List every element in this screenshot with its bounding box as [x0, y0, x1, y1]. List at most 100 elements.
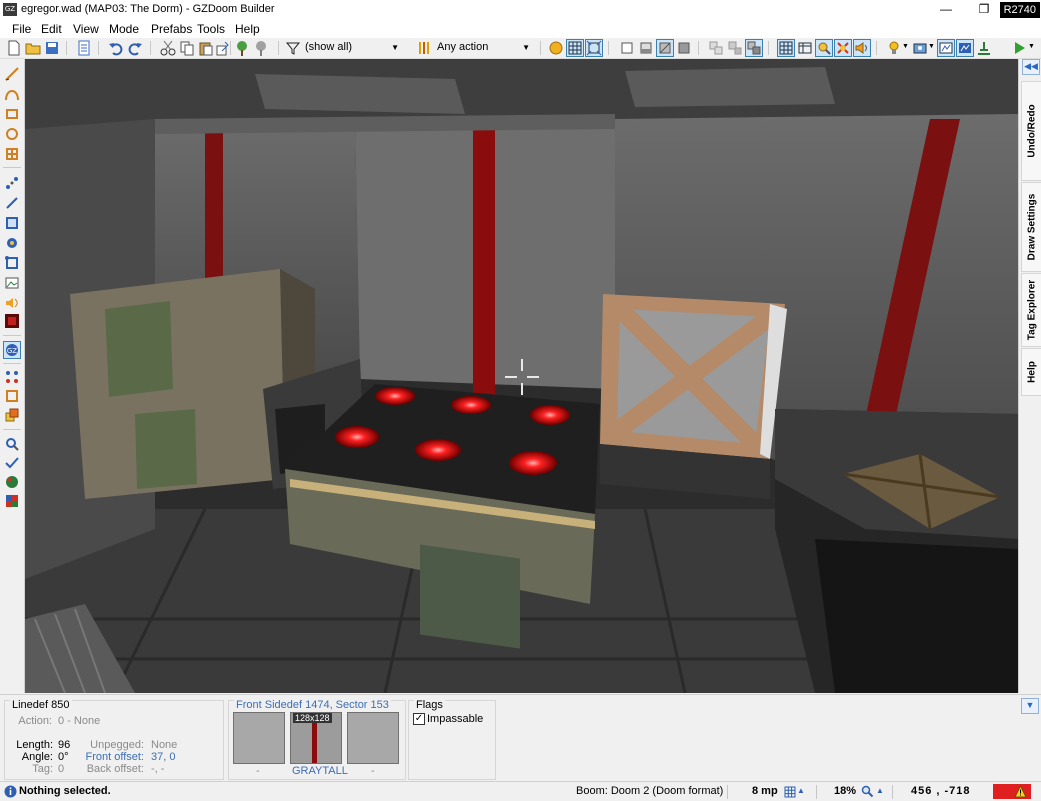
make-sectors-icon[interactable] — [4, 255, 20, 271]
doom-texture-icon[interactable] — [4, 313, 20, 329]
flags-title: Flags — [414, 699, 445, 711]
copy-icon[interactable] — [179, 40, 195, 56]
find-things-icon[interactable] — [815, 39, 833, 57]
toolbar-separator — [608, 41, 609, 55]
action-label: Action: — [18, 715, 52, 727]
chevron-up-icon[interactable]: ▲ — [876, 786, 884, 795]
chevron-down-icon[interactable]: ▼ — [928, 43, 935, 50]
minimize-button[interactable]: — — [926, 0, 966, 20]
paste-special-icon[interactable] — [214, 40, 230, 56]
impassable-checkbox[interactable]: ✓ — [413, 713, 425, 725]
save-map-icon[interactable] — [44, 40, 60, 56]
action-filter-combo[interactable]: Any action ▼ — [437, 39, 532, 56]
insert-prefab-icon[interactable] — [234, 40, 250, 56]
chevron-up-icon[interactable]: ▲ — [797, 786, 805, 795]
tab-help[interactable]: Help — [1021, 348, 1041, 396]
chevron-down-icon: ▼ — [522, 43, 530, 52]
mode-toolbox: GZ — [0, 59, 25, 693]
restore-button[interactable]: ❐ — [964, 0, 1004, 20]
draw-grid-icon[interactable] — [4, 146, 20, 162]
view-ceilings-icon[interactable] — [676, 40, 692, 56]
visual-mode-viewport[interactable] — [25, 59, 1018, 693]
new-map-icon[interactable] — [6, 40, 22, 56]
model-rendering-icon[interactable] — [976, 40, 992, 56]
edit-selection-icon[interactable] — [4, 388, 20, 404]
menu-mode[interactable]: Mode — [109, 22, 139, 36]
vertices-mode-icon[interactable] — [4, 175, 20, 191]
sectors-mode-icon[interactable] — [4, 215, 20, 231]
chevron-down-icon[interactable]: ▼ — [902, 43, 909, 50]
warning-icon — [1014, 785, 1027, 798]
menu-edit[interactable]: Edit — [41, 22, 62, 36]
map-grid-icon[interactable] — [777, 39, 795, 57]
snap-to-grid-icon[interactable] — [585, 39, 603, 57]
menu-prefabs[interactable]: Prefabs — [151, 22, 192, 36]
view-brightness-icon[interactable] — [638, 40, 654, 56]
script-editor-icon[interactable] — [76, 40, 92, 56]
menu-help[interactable]: Help — [235, 22, 260, 36]
menu-file[interactable]: File — [12, 22, 31, 36]
find-replace-icon[interactable] — [4, 436, 20, 452]
filter-icon[interactable] — [285, 40, 301, 56]
upper-texture-swatch[interactable] — [233, 712, 285, 764]
sound-propagation-icon[interactable] — [853, 39, 871, 57]
chevron-down-icon[interactable]: ▼ — [1028, 43, 1035, 50]
draw-rectangle-icon[interactable] — [4, 106, 20, 122]
insert-previous-prefab-icon[interactable] — [253, 40, 269, 56]
table-view-icon[interactable] — [797, 40, 813, 56]
flip-icon[interactable] — [4, 369, 20, 385]
redo-icon[interactable] — [127, 40, 143, 56]
view-wireframe-icon[interactable] — [619, 40, 635, 56]
linedefs-mode-icon[interactable] — [4, 195, 20, 211]
draw-lines-icon[interactable] — [4, 66, 20, 82]
zoom-level[interactable]: 18% — [834, 785, 856, 797]
replace-geometry-icon[interactable] — [745, 39, 763, 57]
screenshot-icon[interactable] — [912, 40, 928, 56]
split-geometry-icon[interactable] — [727, 40, 743, 56]
menu-tools[interactable]: Tools — [197, 22, 225, 36]
things-filter-combo[interactable]: (show all) ▼ — [305, 39, 401, 56]
view-floors-icon[interactable] — [656, 39, 674, 57]
things-mode-icon[interactable] — [4, 235, 20, 251]
cut-icon[interactable] — [160, 40, 176, 56]
grid-size[interactable]: 8 mp — [752, 785, 778, 797]
open-map-icon[interactable] — [25, 40, 41, 56]
thing-statistics-icon[interactable] — [4, 474, 20, 490]
sound-environment-icon[interactable] — [4, 295, 20, 311]
grid-icon[interactable] — [566, 39, 584, 57]
draw-curve-icon[interactable] — [4, 86, 20, 102]
image-mode-icon[interactable] — [4, 275, 20, 291]
status-message: Nothing selected. — [19, 785, 111, 797]
magnifier-icon[interactable] — [861, 785, 874, 798]
length-value: 96 — [58, 739, 71, 751]
docker-panel: ◀◀ Undo/Redo Draw Settings Tag Explorer … — [1018, 59, 1041, 693]
link-mode-icon[interactable] — [937, 39, 955, 57]
things-icon[interactable] — [548, 40, 564, 56]
transform-icon[interactable] — [4, 407, 20, 423]
lightbulb-icon[interactable] — [886, 40, 902, 56]
test-map-icon[interactable] — [1011, 40, 1027, 56]
menu-view[interactable]: View — [73, 22, 99, 36]
tab-tag-explorer[interactable]: Tag Explorer — [1021, 273, 1041, 347]
merge-geometry-icon[interactable] — [708, 40, 724, 56]
lower-texture-swatch[interactable] — [347, 712, 399, 764]
tab-draw-settings[interactable]: Draw Settings — [1021, 182, 1041, 272]
status-separator — [816, 785, 817, 799]
linedef-color-presets-icon[interactable] — [417, 40, 433, 56]
tab-undo-redo[interactable]: Undo/Redo — [1021, 81, 1041, 181]
middle-texture-swatch[interactable]: 128x128 — [290, 712, 342, 764]
draw-ellipse-icon[interactable] — [4, 126, 20, 142]
check-map-icon[interactable] — [4, 455, 20, 471]
collapse-info-panel-button[interactable]: ▼ — [1021, 698, 1039, 714]
collapse-docker-button[interactable]: ◀◀ — [1022, 59, 1040, 75]
error-check-icon[interactable] — [834, 39, 852, 57]
dynamic-lights-icon[interactable] — [956, 39, 974, 57]
texture-browser-icon[interactable] — [4, 493, 20, 509]
paste-icon[interactable] — [198, 40, 214, 56]
angle-label: Angle: — [21, 751, 53, 763]
visual-mode-icon[interactable]: GZ — [3, 341, 21, 359]
undo-icon[interactable] — [108, 40, 124, 56]
impassable-label: Impassable — [427, 713, 484, 725]
warnings-button[interactable] — [993, 784, 1031, 799]
grid-icon[interactable] — [784, 786, 796, 798]
